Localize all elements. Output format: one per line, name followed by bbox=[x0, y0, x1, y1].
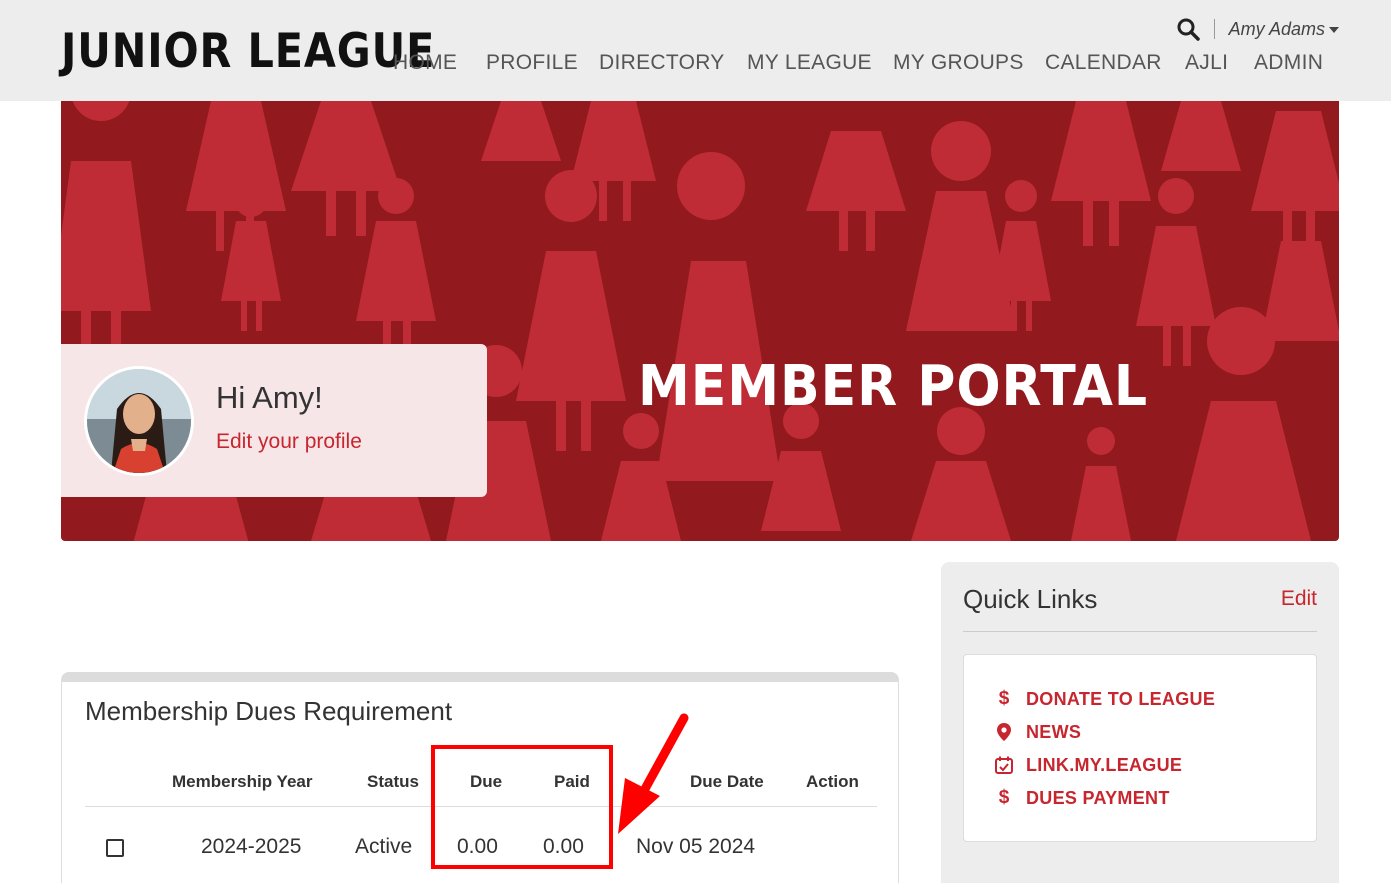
quick-links-title: Quick Links bbox=[963, 584, 1098, 614]
cell-status: Active bbox=[355, 835, 413, 858]
nav-ajli[interactable]: AJLI bbox=[1185, 48, 1228, 78]
user-menu[interactable]: Amy Adams bbox=[1229, 19, 1339, 40]
calendar-check-icon bbox=[994, 756, 1014, 774]
quick-link-label: DONATE TO LEAGUE bbox=[1026, 688, 1216, 709]
utility-divider bbox=[1213, 19, 1215, 39]
quick-links-edit-link[interactable]: Edit bbox=[1281, 587, 1317, 611]
profile-greeting-card: Hi Amy! Edit your profile bbox=[61, 344, 487, 497]
quick-links-panel: Quick Links Edit $ DONATE TO LEAGUE NEWS… bbox=[941, 562, 1339, 883]
banner-title: MEMBER PORTAL bbox=[638, 354, 1149, 419]
chevron-down-icon bbox=[1329, 27, 1339, 33]
quick-links-divider bbox=[963, 631, 1317, 632]
quick-link-donate[interactable]: $ DONATE TO LEAGUE bbox=[994, 687, 1215, 711]
nav-my-league[interactable]: MY LEAGUE bbox=[747, 48, 872, 78]
nav-home[interactable]: HOME bbox=[393, 48, 457, 78]
col-status: Status bbox=[367, 772, 419, 791]
avatar-photo bbox=[87, 369, 191, 473]
site-header: JUNIOR LEAGUE HOME PROFILE DIRECTORY MY … bbox=[0, 0, 1391, 101]
quick-link-label: DUES PAYMENT bbox=[1026, 787, 1170, 808]
avatar[interactable] bbox=[84, 366, 194, 476]
map-pin-icon bbox=[994, 723, 1014, 741]
quick-link-dues-payment[interactable]: $ DUES PAYMENT bbox=[994, 786, 1170, 810]
quick-links-list: $ DONATE TO LEAGUE NEWS LINK.MY.LEAGUE $… bbox=[963, 654, 1317, 842]
nav-calendar[interactable]: CALENDAR bbox=[1045, 48, 1162, 78]
quick-link-link-my-league[interactable]: LINK.MY.LEAGUE bbox=[994, 753, 1182, 777]
dollar-icon: $ bbox=[998, 787, 1010, 808]
col-membership-year: Membership Year bbox=[172, 772, 313, 791]
nav-my-groups[interactable]: MY GROUPS bbox=[893, 48, 1024, 78]
site-logo[interactable]: JUNIOR LEAGUE bbox=[61, 22, 435, 82]
greeting-text: Hi Amy! bbox=[216, 380, 323, 415]
cell-membership-year: 2024-2025 bbox=[201, 835, 302, 858]
nav-profile[interactable]: PROFILE bbox=[486, 48, 578, 78]
col-due-date: Due Date bbox=[690, 772, 764, 791]
dues-panel-title: Membership Dues Requirement bbox=[85, 696, 453, 726]
row-checkbox[interactable] bbox=[106, 839, 124, 857]
annotation-arrow bbox=[618, 713, 689, 834]
edit-profile-link[interactable]: Edit your profile bbox=[216, 430, 362, 454]
nav-admin[interactable]: ADMIN bbox=[1254, 48, 1323, 78]
user-utility-bar: Amy Adams bbox=[1176, 14, 1339, 44]
col-action: Action bbox=[806, 772, 859, 791]
quick-link-news[interactable]: NEWS bbox=[994, 720, 1081, 744]
dollar-icon: $ bbox=[998, 688, 1010, 709]
user-name: Amy Adams bbox=[1228, 18, 1325, 39]
quick-link-label: NEWS bbox=[1026, 721, 1082, 742]
quick-link-label: LINK.MY.LEAGUE bbox=[1026, 754, 1183, 775]
highlight-box bbox=[431, 745, 613, 869]
search-icon[interactable] bbox=[1176, 17, 1200, 41]
nav-directory[interactable]: DIRECTORY bbox=[599, 48, 725, 78]
